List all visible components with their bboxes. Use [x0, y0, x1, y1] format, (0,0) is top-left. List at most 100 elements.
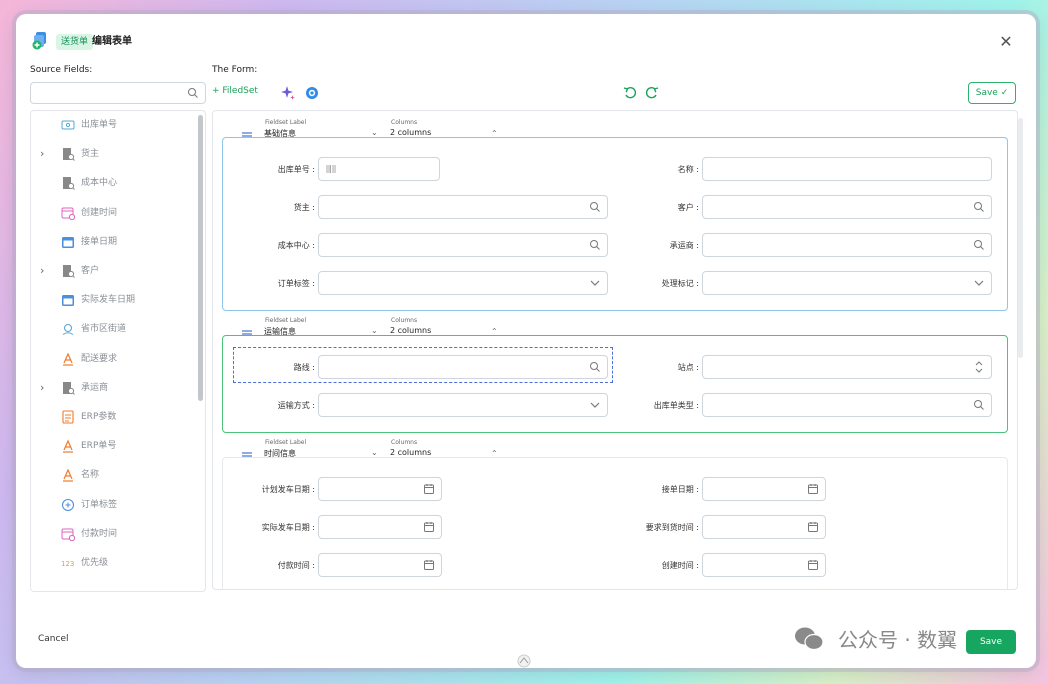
source-field-item[interactable]: ERP参数: [31, 406, 197, 428]
source-field-item[interactable]: 配送要求: [31, 348, 197, 370]
field-label: 处理标记 :: [661, 279, 699, 288]
building-search-icon: [63, 265, 75, 278]
field-label: 计划发车日期 :: [261, 485, 315, 494]
source-field-item[interactable]: 省市区街道: [31, 318, 197, 340]
source-field-item[interactable]: 付款时间: [31, 523, 197, 545]
fieldset-label-caption: Fieldset Label: [265, 317, 307, 324]
circle-plus-icon: [61, 498, 75, 511]
form-field-input[interactable]: [318, 195, 608, 219]
close-icon[interactable]: ✕: [998, 34, 1014, 50]
columns-select[interactable]: 2 columns: [390, 128, 431, 137]
cancel-button[interactable]: Cancel: [38, 634, 69, 644]
field-label: 成本中心 :: [277, 241, 315, 250]
form-field-input[interactable]: [318, 515, 442, 539]
barcode-icon: [61, 120, 75, 130]
field-label: 付款时间 :: [277, 561, 315, 570]
field-label: 承运商 :: [669, 241, 699, 250]
field-label: 名称 :: [677, 165, 699, 174]
columns-caption: Columns: [391, 439, 418, 446]
source-field-item[interactable]: 成本中心: [31, 172, 197, 194]
form-label: The Form:: [212, 65, 258, 75]
fieldset-label-caption: Fieldset Label: [265, 119, 307, 126]
source-field-item[interactable]: 实际发车日期: [31, 289, 197, 311]
source-list-scrollbar[interactable]: [198, 115, 203, 401]
chevron-down-icon[interactable]: ⌄: [371, 326, 378, 335]
source-field-label: 优先级: [81, 558, 109, 568]
location-icon: [62, 324, 74, 336]
source-field-label: 配送要求: [81, 353, 118, 364]
form-field-input[interactable]: [702, 355, 992, 379]
chevron-right-icon[interactable]: ›: [40, 381, 44, 394]
source-field-item[interactable]: 名称: [31, 464, 197, 486]
source-search-input[interactable]: [30, 82, 206, 104]
search-icon: [188, 88, 198, 98]
source-field-label: 承运商: [81, 382, 109, 393]
source-field-item[interactable]: 创建时间: [31, 202, 197, 224]
form-field-input[interactable]: [702, 271, 992, 295]
stepper-icon: [975, 361, 983, 373]
form-field-input[interactable]: [318, 553, 442, 577]
source-field-item[interactable]: 订单标签: [31, 494, 197, 516]
form-field-input[interactable]: [702, 393, 992, 417]
source-field-item[interactable]: ERP单号: [31, 435, 197, 457]
form-field-input[interactable]: [702, 477, 826, 501]
save-top-button[interactable]: Save ✓: [968, 82, 1016, 104]
field-label: 出库单类型 :: [653, 401, 699, 410]
calendar-icon: [424, 560, 434, 570]
source-field-item[interactable]: 接单日期: [31, 231, 197, 253]
redo-icon[interactable]: [644, 85, 660, 101]
form-field-input[interactable]: [702, 157, 992, 181]
field-label: 货主 :: [293, 203, 315, 212]
field-label: 客户 :: [677, 203, 699, 212]
resize-handle-icon[interactable]: [514, 654, 534, 668]
form-field-input[interactable]: [318, 477, 442, 501]
source-field-item[interactable]: › 货主: [31, 143, 197, 165]
building-search-icon: [63, 148, 75, 162]
form-scrollbar[interactable]: [1018, 118, 1023, 358]
search-icon: [974, 240, 984, 250]
form-field-input[interactable]: [318, 157, 440, 181]
dialog: 送货单 编辑表单 ✕ Source Fields: 出库单号 › 货主 成本中心 创建时…: [16, 14, 1036, 668]
chevron-down-icon: [974, 280, 984, 286]
source-field-label: 省市区街道: [81, 324, 127, 335]
add-fieldset-button[interactable]: + FiledSet: [212, 86, 258, 96]
field-label: 创建时间 :: [661, 561, 699, 570]
source-field-item[interactable]: 123 优先级: [31, 552, 197, 574]
chevron-down-icon[interactable]: ⌄: [371, 128, 378, 137]
source-field-item[interactable]: › 承运商: [31, 377, 197, 399]
source-field-label: 创建时间: [81, 207, 118, 218]
columns-select[interactable]: 2 columns: [390, 326, 431, 335]
form-field-input[interactable]: [702, 553, 826, 577]
form-field-input[interactable]: [318, 393, 608, 417]
form-field-input[interactable]: [702, 195, 992, 219]
calendar-clock-icon: [61, 207, 75, 220]
chevron-right-icon[interactable]: ›: [40, 264, 44, 277]
form-field-input[interactable]: [702, 515, 826, 539]
save-top-label: Save: [975, 88, 998, 98]
source-field-label: 名称: [81, 470, 100, 481]
calendar-icon: [808, 522, 818, 532]
source-field-item[interactable]: 出库单号: [31, 114, 197, 136]
sparkle-icon[interactable]: [280, 85, 296, 101]
undo-icon[interactable]: [622, 85, 638, 101]
selected-field-outline[interactable]: [233, 347, 613, 383]
text-a-icon: [63, 439, 73, 453]
document-icon: [62, 410, 74, 424]
source-field-item[interactable]: › 客户: [31, 260, 197, 282]
save-bottom-button[interactable]: Save: [966, 630, 1016, 654]
chevron-right-icon[interactable]: ›: [40, 147, 44, 160]
search-icon: [974, 400, 984, 410]
columns-select[interactable]: 2 columns: [390, 448, 431, 457]
field-label: 要求到货时间 :: [645, 523, 699, 532]
source-field-label: 出库单号: [81, 120, 118, 130]
form-field-input[interactable]: [318, 271, 608, 295]
form-field-input[interactable]: [318, 233, 608, 257]
form-field-input[interactable]: [702, 233, 992, 257]
document-type-tag: 送货单: [56, 34, 94, 50]
svg-text:123: 123: [61, 560, 74, 568]
source-field-label: 货主: [81, 149, 100, 160]
settings-ring-icon[interactable]: [304, 85, 320, 101]
text-a-icon: [63, 352, 73, 366]
chevron-down-icon[interactable]: ⌄: [371, 448, 378, 457]
calendar-clock-icon: [61, 528, 75, 541]
